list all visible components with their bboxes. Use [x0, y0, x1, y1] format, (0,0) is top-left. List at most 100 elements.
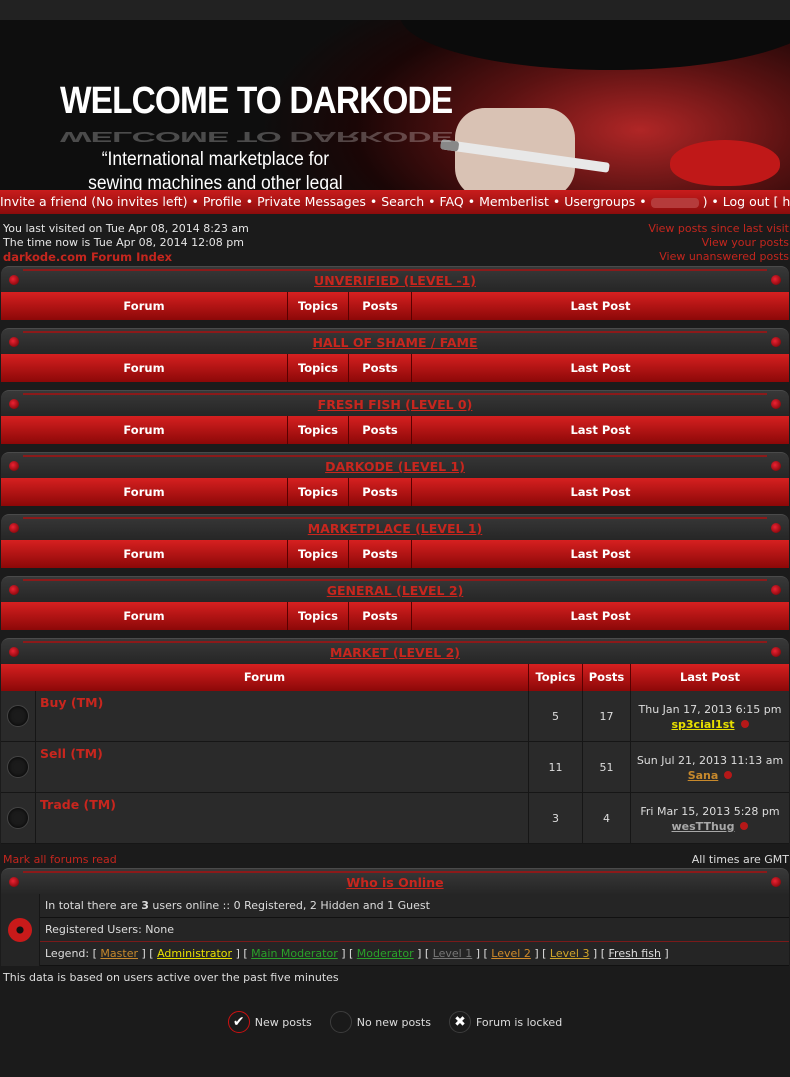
- nav-usergroups-link[interactable]: Usergroups: [564, 194, 635, 209]
- category-list: UNVERIFIED (LEVEL -1) Forum Topics Posts Las…: [0, 266, 790, 630]
- col-last-post: Last Post: [570, 547, 631, 561]
- online-header: Who is Online: [1, 868, 789, 894]
- forum-name-link[interactable]: Buy (TM): [36, 691, 529, 741]
- nav-pm-link[interactable]: Private Messages: [257, 194, 366, 209]
- legend-group-link[interactable]: Level 2: [491, 947, 531, 960]
- legend-group-link[interactable]: Fresh fish: [609, 947, 661, 960]
- column-header: Forum Topics Posts Last Post: [1, 292, 789, 320]
- header-dot-icon: [771, 275, 781, 285]
- category-title-link[interactable]: MARKETPLACE (LEVEL 1): [308, 521, 483, 536]
- last-post-user-link[interactable]: sp3cial1st: [671, 718, 734, 731]
- last-post-date: Fri Mar 15, 2013 5:28 pm: [640, 805, 780, 818]
- legend-group-link[interactable]: Level 1: [433, 947, 473, 960]
- banner-tagline: “International marketplace for sewing ma…: [82, 148, 349, 190]
- below-table: Mark all forums read All times are GMT: [0, 844, 790, 868]
- timezone-text: All times are GMT: [691, 853, 789, 866]
- forum-name-link[interactable]: Sell (TM): [36, 742, 529, 792]
- goto-last-post-icon[interactable]: [740, 822, 749, 830]
- locked-icon: ✖: [448, 1011, 471, 1033]
- category-title-link[interactable]: FRESH FISH (LEVEL 0): [318, 397, 473, 412]
- legend-group-link[interactable]: Main Moderator: [251, 947, 338, 960]
- col-posts: Posts: [349, 292, 412, 320]
- category-title-link[interactable]: DARKODE (LEVEL 1): [325, 459, 465, 474]
- forum-topics-count: 5: [529, 691, 583, 741]
- legend-line: Legend: [ Master ] [ Administrator ] [ M…: [40, 942, 789, 966]
- new-posts-icon: ✔: [227, 1011, 250, 1033]
- col-last-post: Last Post: [570, 361, 631, 375]
- header-dot-icon: [771, 877, 781, 887]
- header-dot-icon: [9, 337, 19, 347]
- nav-search-link[interactable]: Search: [381, 194, 424, 209]
- header-dot-icon: [771, 585, 781, 595]
- last-post-date: Sun Jul 21, 2013 11:13 am: [636, 754, 784, 767]
- no-new-posts-icon: [329, 1011, 352, 1033]
- banner-hat-graphic: [400, 20, 790, 70]
- nav-logout-link[interactable]: Log out [ hidden ]: [723, 194, 790, 209]
- col-topics: Topics: [288, 602, 349, 630]
- online-title-link[interactable]: Who is Online: [346, 875, 443, 890]
- forum-name-link[interactable]: Trade (TM): [36, 793, 529, 843]
- view-new-posts-link[interactable]: View posts since last visit: [648, 222, 789, 236]
- no-new-posts-icon: [7, 705, 29, 727]
- forum-row: Buy (TM) 5 17 Thu Jan 17, 2013 6:15 pm sp3ci…: [1, 691, 789, 742]
- legend-group-link[interactable]: Administrator: [157, 947, 232, 960]
- header-rule: [23, 331, 767, 333]
- view-your-posts-link[interactable]: View your posts: [648, 236, 789, 250]
- category-title-link[interactable]: GENERAL (LEVEL 2): [327, 583, 464, 598]
- col-forum: Forum: [1, 478, 288, 506]
- nav-redacted-item[interactable]: [650, 197, 699, 208]
- nav-profile-link[interactable]: Profile: [203, 194, 242, 209]
- category-title-link[interactable]: MARKET (LEVEL 2): [330, 645, 460, 660]
- icon-legend: ✔ New posts No new posts ✖ Forum is locked: [0, 1011, 790, 1033]
- last-post-user-link[interactable]: Sana: [688, 769, 719, 782]
- col-last-post: Last Post: [570, 609, 631, 623]
- legend-group-link[interactable]: Moderator: [357, 947, 414, 960]
- col-topics: Topics: [288, 416, 349, 444]
- header-dot-icon: [9, 523, 19, 533]
- column-header: Forum Topics Posts Last Post: [1, 478, 789, 506]
- header-dot-icon: [9, 275, 19, 285]
- col-last-post: Last Post: [570, 423, 631, 437]
- new-posts-label: New posts: [254, 1015, 312, 1029]
- goto-last-post-icon[interactable]: [724, 771, 733, 779]
- nav-memberlist-link[interactable]: Memberlist: [479, 194, 549, 209]
- forum-topics-count: 11: [529, 742, 583, 792]
- col-last-post: Last Post: [679, 670, 741, 684]
- nav-invite-link[interactable]: Invite a friend (No invites left): [0, 194, 188, 209]
- category-title-link[interactable]: HALL OF SHAME / FAME: [312, 335, 477, 350]
- category-block: MARKETPLACE (LEVEL 1) Forum Topics Posts Las…: [1, 514, 789, 568]
- banner-title: WELCOME TO DARKODE: [60, 80, 453, 122]
- category-header: FRESH FISH (LEVEL 0): [1, 390, 789, 416]
- view-unanswered-link[interactable]: View unanswered posts: [648, 250, 789, 264]
- header-dot-icon: [9, 461, 19, 471]
- no-new-posts-icon: [7, 756, 29, 778]
- banner-lips-graphic: [670, 140, 780, 186]
- last-post-user-link[interactable]: wesTThug: [672, 820, 735, 833]
- forum-status-cell: [1, 742, 36, 792]
- forum-index-link[interactable]: darkode.com Forum Index: [3, 250, 249, 264]
- no-new-posts-icon: [7, 807, 29, 829]
- col-forum: Forum: [1, 354, 288, 382]
- locked-label: Forum is locked: [475, 1015, 563, 1029]
- col-forum: Forum: [1, 602, 288, 630]
- goto-last-post-icon[interactable]: [740, 720, 749, 728]
- header-dot-icon: [9, 585, 19, 595]
- col-forum: Forum: [1, 540, 288, 568]
- current-time-text: The time now is Tue Apr 08, 2014 12:08 p…: [3, 236, 244, 249]
- category-block: UNVERIFIED (LEVEL -1) Forum Topics Posts Las…: [1, 266, 789, 320]
- forum-rows: Buy (TM) 5 17 Thu Jan 17, 2013 6:15 pm sp3ci…: [1, 691, 789, 844]
- legend-label: Legend:: [45, 947, 90, 960]
- session-info: You last visited on Tue Apr 08, 2014 8:2…: [0, 214, 790, 266]
- category-block: HALL OF SHAME / FAME Forum Topics Posts Last…: [1, 328, 789, 382]
- category-header: UNVERIFIED (LEVEL -1): [1, 266, 789, 292]
- nav-faq-link[interactable]: FAQ: [440, 194, 464, 209]
- category-market: MARKET (LEVEL 2) Forum Topics Posts Last…: [1, 638, 789, 844]
- col-posts: Posts: [349, 478, 412, 506]
- header-dot-icon: [9, 877, 19, 887]
- forum-row: Trade (TM) 3 4 Fri Mar 15, 2013 5:28 pm wesT…: [1, 793, 789, 844]
- legend-group-link[interactable]: Level 3: [550, 947, 590, 960]
- mark-read-link[interactable]: Mark all forums read: [3, 853, 117, 868]
- header-dot-icon: [9, 399, 19, 409]
- category-title-link[interactable]: UNVERIFIED (LEVEL -1): [314, 273, 476, 288]
- legend-group-link[interactable]: Master: [100, 947, 138, 960]
